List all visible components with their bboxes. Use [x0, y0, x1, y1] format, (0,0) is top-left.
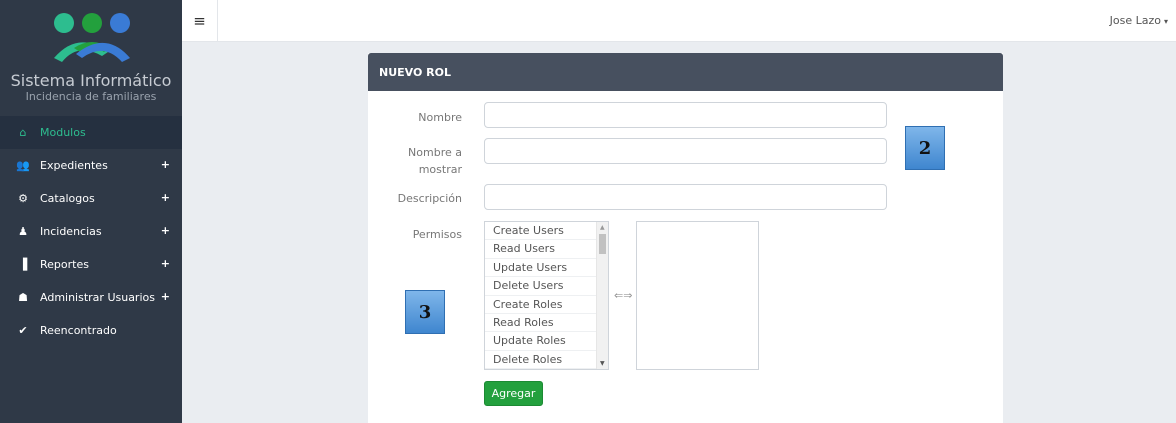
nombre-mostrar-label: Nombre a mostrar [368, 144, 462, 178]
list-item[interactable]: Read Roles [485, 314, 597, 333]
list-scrollbar[interactable]: ▲ ▼ [596, 222, 608, 369]
list-item[interactable]: Create Roles [485, 296, 597, 314]
agregar-button[interactable]: Agregar [484, 381, 543, 406]
expand-plus-icon: + [160, 158, 170, 171]
sidebar-item-label: Modulos [40, 126, 86, 139]
home-icon: ⌂ [19, 126, 27, 139]
nuevo-rol-panel: NUEVO ROL Nombre Nombre a mostrar Descri… [368, 53, 1003, 423]
expand-plus-icon: + [160, 257, 170, 270]
person-icon: ♟ [18, 225, 28, 238]
permisos-selected-list[interactable] [636, 221, 759, 370]
brand-subtitle: Incidencia de familiares [25, 90, 157, 103]
nombre-mostrar-label-line1: Nombre a [408, 146, 462, 159]
list-item[interactable]: Delete Users [485, 277, 597, 296]
sidebar-item-expedientes[interactable]: 👥 Expedientes + [0, 149, 182, 182]
permisos-label: Permisos [412, 228, 462, 241]
descripcion-label: Descripción [397, 192, 462, 205]
hamburger-menu-icon[interactable]: ≡ [182, 0, 218, 42]
list-item[interactable]: Update Users [485, 259, 597, 278]
sidebar-item-administrar-usuarios[interactable]: ☗ Administrar Usuarios + [0, 281, 182, 314]
logo-icon [54, 13, 130, 62]
expand-plus-icon: + [160, 191, 170, 204]
scroll-down-icon[interactable]: ▼ [600, 360, 605, 367]
sidebar-menu: ⌂ Modulos 👥 Expedientes + ⚙ Catalogos + … [0, 116, 182, 347]
nombre-label: Nombre [418, 111, 462, 124]
nombre-mostrar-label-line2: mostrar [418, 163, 462, 176]
user-menu[interactable]: Jose Lazo ▾ [1110, 14, 1168, 27]
sidebar-item-incidencias[interactable]: ♟ Incidencias + [0, 215, 182, 248]
nombre-mostrar-input[interactable] [484, 138, 887, 164]
sidebar-item-label: Reencontrado [40, 324, 117, 337]
check-icon: ✔ [18, 324, 28, 337]
sidebar-item-label: Expedientes [40, 159, 108, 172]
file-icon: ▐ [18, 258, 28, 271]
top-navbar: ≡ Jose Lazo ▾ [182, 0, 1176, 42]
sidebar-item-label: Catalogos [40, 192, 95, 205]
annotation-badge-3: 3 [405, 290, 445, 334]
sidebar-item-reencontrado[interactable]: ✔ Reencontrado [0, 314, 182, 347]
list-item[interactable]: Create Users [485, 222, 597, 241]
sidebar-item-catalogos[interactable]: ⚙ Catalogos + [0, 182, 182, 215]
nombre-input[interactable] [484, 102, 887, 128]
descripcion-input[interactable] [484, 184, 887, 210]
sidebar-item-label: Reportes [40, 258, 89, 271]
user-name: Jose Lazo [1109, 14, 1161, 27]
caret-down-icon: ▾ [1163, 17, 1168, 26]
cogs-icon: ⚙ [18, 192, 28, 205]
scroll-up-icon[interactable]: ▲ [600, 224, 605, 231]
sidebar-item-modulos[interactable]: ⌂ Modulos [0, 116, 182, 149]
list-item[interactable]: Read Users [485, 240, 597, 259]
annotation-badge-2: 2 [905, 126, 945, 170]
sidebar: Sistema Informático Incidencia de famili… [0, 0, 182, 423]
user-icon: ☗ [18, 291, 28, 304]
panel-title: NUEVO ROL [368, 53, 1003, 91]
permisos-available-list[interactable]: Create Users Read Users Update Users Del… [484, 221, 609, 370]
transfer-arrows-icon[interactable]: ⇐⇒ [614, 289, 632, 302]
expand-plus-icon: + [160, 224, 170, 237]
scroll-thumb[interactable] [599, 234, 606, 254]
sidebar-item-reportes[interactable]: ▐ Reportes + [0, 248, 182, 281]
brand-area: Sistema Informático Incidencia de famili… [0, 0, 182, 116]
list-item[interactable]: Update Roles [485, 332, 597, 351]
expand-plus-icon: + [160, 290, 170, 303]
brand-title: Sistema Informático [10, 71, 172, 90]
list-item[interactable]: Delete Roles [485, 351, 597, 369]
users-icon: 👥 [16, 159, 30, 172]
sidebar-item-label: Administrar Usuarios [40, 291, 155, 304]
sidebar-item-label: Incidencias [40, 225, 102, 238]
